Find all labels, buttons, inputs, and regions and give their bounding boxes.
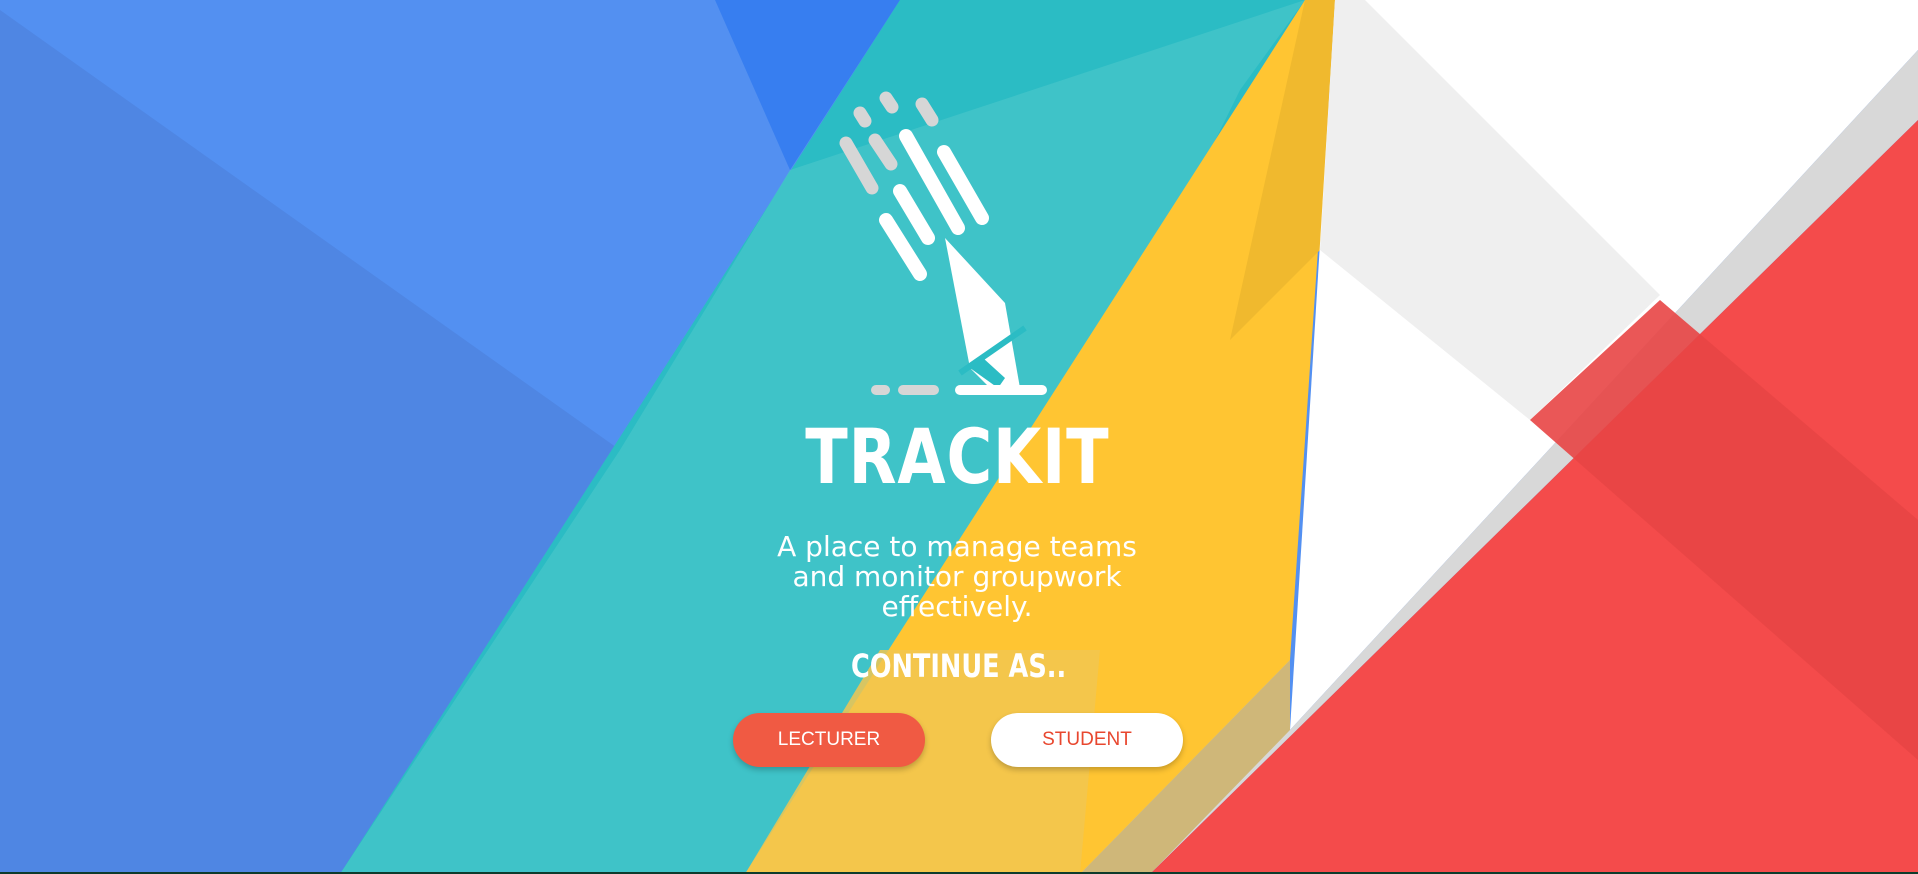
- lecturer-button[interactable]: LECTURER: [733, 713, 925, 767]
- app-title: TRACKIT: [805, 412, 1110, 501]
- tagline: A place to manage teams and monitor grou…: [777, 530, 1137, 623]
- landing-screen: TRACKIT A place to manage teams and moni…: [0, 0, 1918, 874]
- student-button[interactable]: STUDENT: [991, 713, 1183, 767]
- pencil-writing-icon: [839, 91, 1047, 395]
- continue-as-label: CONTINUE AS..: [850, 647, 1067, 685]
